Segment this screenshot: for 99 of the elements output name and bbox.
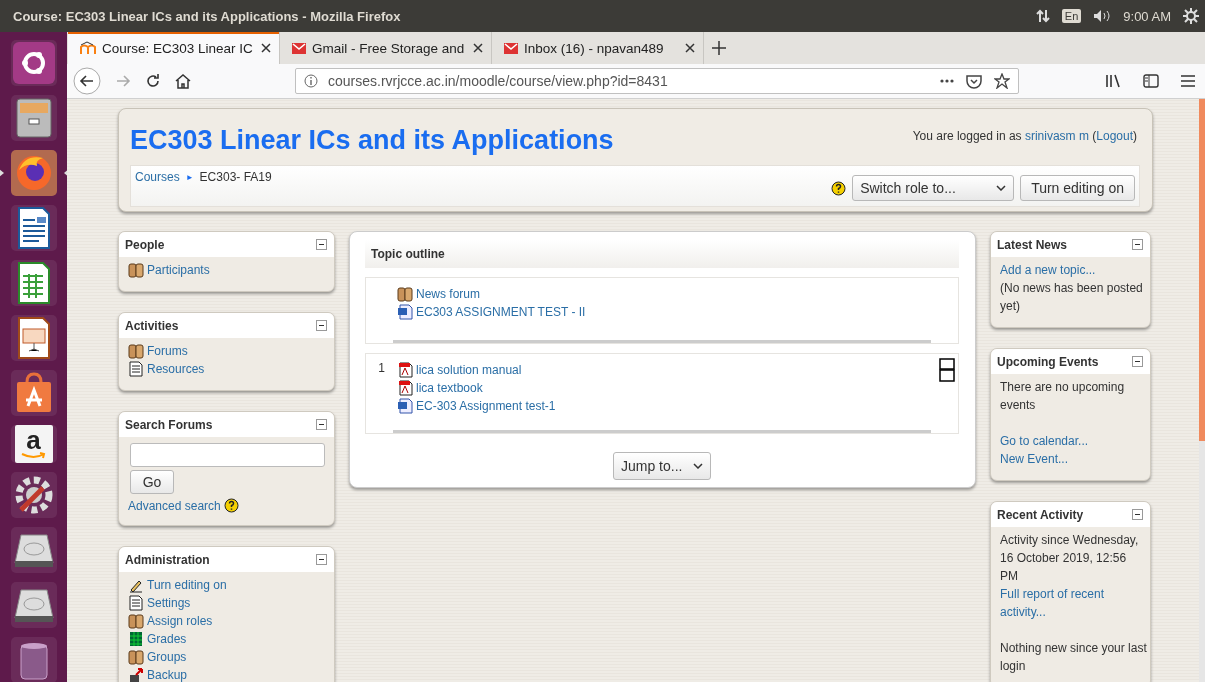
network-arrows-icon[interactable]: [1035, 9, 1050, 23]
browser-tab[interactable]: Course: EC303 Linear IC: [68, 32, 280, 64]
breadcrumb-link[interactable]: Courses: [135, 170, 180, 184]
scrollbar-thumb[interactable]: [1199, 99, 1205, 441]
help-icon[interactable]: [831, 180, 847, 196]
document-icon: [128, 361, 144, 377]
block-title: Activities: [125, 318, 179, 333]
collapse-icon[interactable]: [1132, 509, 1143, 520]
block-link[interactable]: Forums: [147, 344, 188, 358]
collapse-icon[interactable]: [1132, 239, 1143, 250]
back-icon[interactable]: [73, 67, 101, 95]
collapse-icon[interactable]: [316, 239, 327, 250]
keyboard-layout-indicator[interactable]: En: [1061, 9, 1082, 23]
block-link[interactable]: New Event...: [1000, 450, 1147, 468]
info-icon: [304, 74, 318, 88]
box-arrow-icon: [128, 667, 144, 682]
block-title: Search Forums: [125, 417, 213, 432]
star-icon[interactable]: [994, 73, 1010, 89]
block-text: Nothing new since your last login: [1000, 640, 1147, 675]
activity-link[interactable]: lica textbook: [416, 381, 483, 395]
block-link[interactable]: Add a new topic...: [1000, 261, 1147, 279]
activity-link[interactable]: EC-303 Assignment test-1: [416, 399, 556, 413]
block-link[interactable]: Settings: [147, 596, 191, 610]
close-icon[interactable]: [261, 43, 271, 53]
user-link[interactable]: srinivasm m: [1024, 129, 1089, 143]
activity-link[interactable]: EC303 ASSIGNMENT TEST - II: [416, 305, 586, 319]
advanced-search-link[interactable]: Advanced search: [128, 498, 221, 513]
people-icon: [128, 613, 144, 629]
block-title: Recent Activity: [997, 507, 1084, 522]
envelope-icon: [292, 42, 306, 54]
collapse-icon[interactable]: [316, 320, 327, 331]
people-icon: [128, 343, 144, 359]
pocket-icon[interactable]: [966, 73, 982, 89]
block-link[interactable]: Go to calendar...: [1000, 432, 1147, 450]
block-text: (No news has been posted yet): [1000, 280, 1144, 315]
clock-time[interactable]: 9:00 AM: [1123, 8, 1171, 24]
block-text: Activity since Wednesday, 16 October 2019, 12:56 PM: [1000, 532, 1140, 585]
block-title: Latest News: [997, 237, 1068, 252]
turn-editing-on-button[interactable]: Turn editing on: [1020, 175, 1135, 201]
people-icon: [128, 649, 144, 665]
block-link[interactable]: Full report of recent activity...: [1000, 585, 1147, 621]
pdf-file-icon: [397, 380, 413, 396]
block-title: People: [125, 237, 165, 252]
section-number: 1: [377, 361, 386, 377]
envelope-icon: [504, 42, 518, 54]
collapse-icon[interactable]: [316, 554, 327, 565]
switch-role-dropdown[interactable]: Switch role to...: [852, 175, 1015, 201]
launcher-app-tile[interactable]: a: [14, 425, 53, 463]
block-link[interactable]: Participants: [147, 263, 210, 277]
active-indicator-icon: [0, 169, 4, 177]
chevron-down-icon: [693, 463, 703, 469]
gear-icon[interactable]: [1183, 8, 1199, 24]
circle-logo-icon[interactable]: [10, 40, 57, 86]
go-button[interactable]: Go: [130, 470, 174, 494]
document-icon: [128, 595, 144, 611]
collapse-icon[interactable]: [1132, 356, 1143, 367]
collapse-icon[interactable]: [316, 419, 327, 430]
block-link[interactable]: Backup: [147, 668, 188, 682]
breadcrumb-separator: ►: [185, 172, 194, 182]
menu-icon[interactable]: [1181, 75, 1195, 87]
jump-to-dropdown[interactable]: Jump to...: [613, 452, 711, 480]
course-title: EC303 Linear ICs and its Applications: [130, 125, 614, 156]
block-title: Administration: [125, 552, 210, 567]
chevron-down-icon: [996, 185, 1007, 191]
grid-icon: [128, 631, 144, 647]
doc-file-icon: [397, 398, 413, 414]
new-tab-icon[interactable]: [712, 41, 726, 55]
help-icon[interactable]: [223, 498, 239, 513]
block-text: There are no upcoming events: [1000, 379, 1126, 414]
stacked-squares-icon[interactable]: [939, 358, 955, 382]
block-link[interactable]: Resources: [147, 362, 205, 376]
sidebar-icon[interactable]: [1143, 74, 1159, 88]
breadcrumb-current: EC303- FA19: [199, 170, 272, 184]
activity-link[interactable]: lica solution manual: [416, 363, 522, 377]
pdf-file-icon: [397, 362, 413, 378]
favicon-icon: [80, 41, 96, 55]
smile-arrow-icon: [19, 452, 48, 460]
window-title: Course: EC303 Linear ICs and its Applications - Mozilla Firefox: [13, 8, 401, 24]
more-dots-icon[interactable]: [940, 79, 954, 83]
close-icon[interactable]: [685, 43, 695, 53]
block-link[interactable]: Turn editing on: [147, 578, 227, 592]
library-icon[interactable]: [1105, 74, 1121, 88]
scrollbar[interactable]: [1199, 99, 1205, 682]
block-title: Upcoming Events: [997, 354, 1099, 369]
block-link[interactable]: Grades: [147, 632, 187, 646]
volume-icon[interactable]: [1093, 9, 1112, 23]
close-icon[interactable]: [473, 43, 483, 53]
activity-link[interactable]: News forum: [416, 287, 480, 301]
home-icon[interactable]: [175, 73, 191, 89]
search-field[interactable]: [130, 443, 325, 467]
people-icon: [128, 262, 144, 278]
doc-file-icon: [397, 304, 413, 320]
block-link[interactable]: Groups: [147, 650, 187, 664]
block-link[interactable]: Assign roles: [147, 614, 213, 628]
address-bar[interactable]: courses.rvrjcce.ac.in/moodle/course/view.php?id=8431: [295, 68, 1019, 94]
login-info: You are logged in as srinivasm m (Logout): [912, 129, 1137, 143]
logout-link[interactable]: Logout: [1096, 129, 1133, 143]
people-icon: [397, 286, 413, 302]
reload-icon[interactable]: [145, 73, 161, 89]
